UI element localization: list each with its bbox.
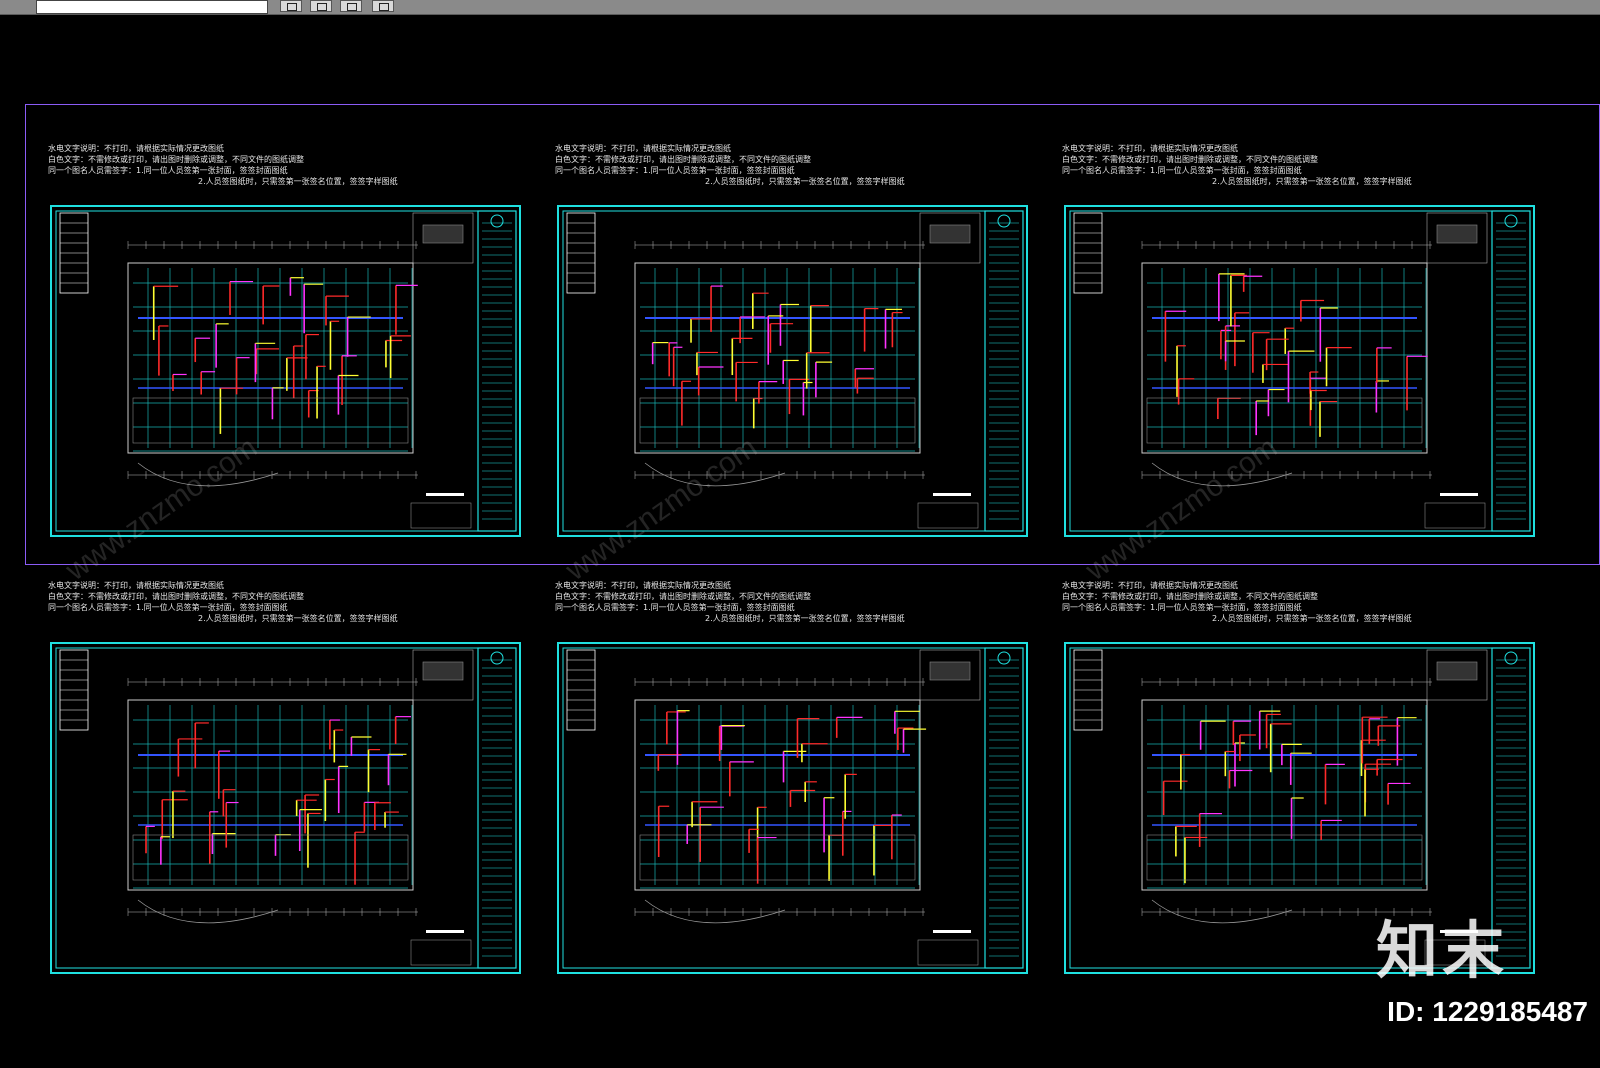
- note-line: 水电文字说明：不打印，请根据实际情况更改图纸: [1062, 581, 1238, 590]
- drawing-frame: [50, 642, 521, 974]
- note-line: 水电文字说明：不打印，请根据实际情况更改图纸: [48, 581, 224, 590]
- drawing-sheet[interactable]: 水电文字说明：不打印，请根据实际情况更改图纸白色文字：不需修改或打印，请出图时删…: [1062, 580, 1537, 974]
- note-line: 同一个图名人员需签字：1.同一位人员签第一张封面，签签封面图纸: [555, 603, 795, 612]
- drawing-frame: [557, 205, 1028, 537]
- image-id: ID: 1229185487: [1387, 996, 1588, 1027]
- drawing-sheet[interactable]: 水电文字说明：不打印，请根据实际情况更改图纸白色文字：不需修改或打印，请出图时删…: [1062, 143, 1537, 537]
- drawing-sheet[interactable]: 水电文字说明：不打印，请根据实际情况更改图纸白色文字：不需修改或打印，请出图时删…: [48, 143, 523, 537]
- print-icon[interactable]: [372, 0, 394, 12]
- drawing-sheet[interactable]: 水电文字说明：不打印，请根据实际情况更改图纸白色文字：不需修改或打印，请出图时删…: [555, 143, 1030, 537]
- note-line: 白色文字：不需修改或打印，请出图时删除或调整，不同文件的图纸调整: [1062, 592, 1318, 601]
- note-line: 2.人员签图纸时，只需签第一张签名位置，签签字样图纸: [1212, 614, 1412, 623]
- note-line: 白色文字：不需修改或打印，请出图时删除或调整，不同文件的图纸调整: [1062, 155, 1318, 164]
- note-line: 同一个图名人员需签字：1.同一位人员签第一张封面，签签封面图纸: [1062, 603, 1302, 612]
- note-line: 白色文字：不需修改或打印，请出图时删除或调整，不同文件的图纸调整: [48, 592, 304, 601]
- note-line: 2.人员签图纸时，只需签第一张签名位置，签签字样图纸: [1212, 177, 1412, 186]
- note-line: 水电文字说明：不打印，请根据实际情况更改图纸: [555, 144, 731, 153]
- brand-logo: 知末: [1375, 914, 1508, 987]
- copy-icon[interactable]: [310, 0, 332, 12]
- note-line: 同一个图名人员需签字：1.同一位人员签第一张封面，签签封面图纸: [48, 166, 288, 175]
- note-line: 2.人员签图纸时，只需签第一张签名位置，签签字样图纸: [198, 177, 398, 186]
- note-line: 水电文字说明：不打印，请根据实际情况更改图纸: [48, 144, 224, 153]
- drawing-frame: [1064, 205, 1535, 537]
- view-icon[interactable]: [280, 0, 302, 12]
- sheet-notes: 水电文字说明：不打印，请根据实际情况更改图纸白色文字：不需修改或打印，请出图时删…: [1062, 143, 1537, 203]
- command-field[interactable]: [36, 0, 268, 14]
- note-line: 白色文字：不需修改或打印，请出图时删除或调整，不同文件的图纸调整: [555, 155, 811, 164]
- sheet-notes: 水电文字说明：不打印，请根据实际情况更改图纸白色文字：不需修改或打印，请出图时删…: [555, 143, 1030, 203]
- layers-icon[interactable]: [340, 0, 362, 12]
- drawing-frame: [557, 642, 1028, 974]
- drawing-frame: [50, 205, 521, 537]
- note-line: 同一个图名人员需签字：1.同一位人员签第一张封面，签签封面图纸: [1062, 166, 1302, 175]
- note-line: 水电文字说明：不打印，请根据实际情况更改图纸: [1062, 144, 1238, 153]
- drawing-sheet[interactable]: 水电文字说明：不打印，请根据实际情况更改图纸白色文字：不需修改或打印，请出图时删…: [555, 580, 1030, 974]
- sheet-notes: 水电文字说明：不打印，请根据实际情况更改图纸白色文字：不需修改或打印，请出图时删…: [555, 580, 1030, 640]
- note-line: 2.人员签图纸时，只需签第一张签名位置，签签字样图纸: [705, 177, 905, 186]
- sheet-notes: 水电文字说明：不打印，请根据实际情况更改图纸白色文字：不需修改或打印，请出图时删…: [48, 580, 523, 640]
- note-line: 同一个图名人员需签字：1.同一位人员签第一张封面，签签封面图纸: [555, 166, 795, 175]
- note-line: 水电文字说明：不打印，请根据实际情况更改图纸: [555, 581, 731, 590]
- note-line: 同一个图名人员需签字：1.同一位人员签第一张封面，签签封面图纸: [48, 603, 288, 612]
- sheet-notes: 水电文字说明：不打印，请根据实际情况更改图纸白色文字：不需修改或打印，请出图时删…: [1062, 580, 1537, 640]
- note-line: 白色文字：不需修改或打印，请出图时删除或调整，不同文件的图纸调整: [48, 155, 304, 164]
- note-line: 2.人员签图纸时，只需签第一张签名位置，签签字样图纸: [705, 614, 905, 623]
- note-line: 白色文字：不需修改或打印，请出图时删除或调整，不同文件的图纸调整: [555, 592, 811, 601]
- cad-toolbar: [0, 0, 1600, 15]
- note-line: 2.人员签图纸时，只需签第一张签名位置，签签字样图纸: [198, 614, 398, 623]
- sheet-notes: 水电文字说明：不打印，请根据实际情况更改图纸白色文字：不需修改或打印，请出图时删…: [48, 143, 523, 203]
- drawing-sheet[interactable]: 水电文字说明：不打印，请根据实际情况更改图纸白色文字：不需修改或打印，请出图时删…: [48, 580, 523, 974]
